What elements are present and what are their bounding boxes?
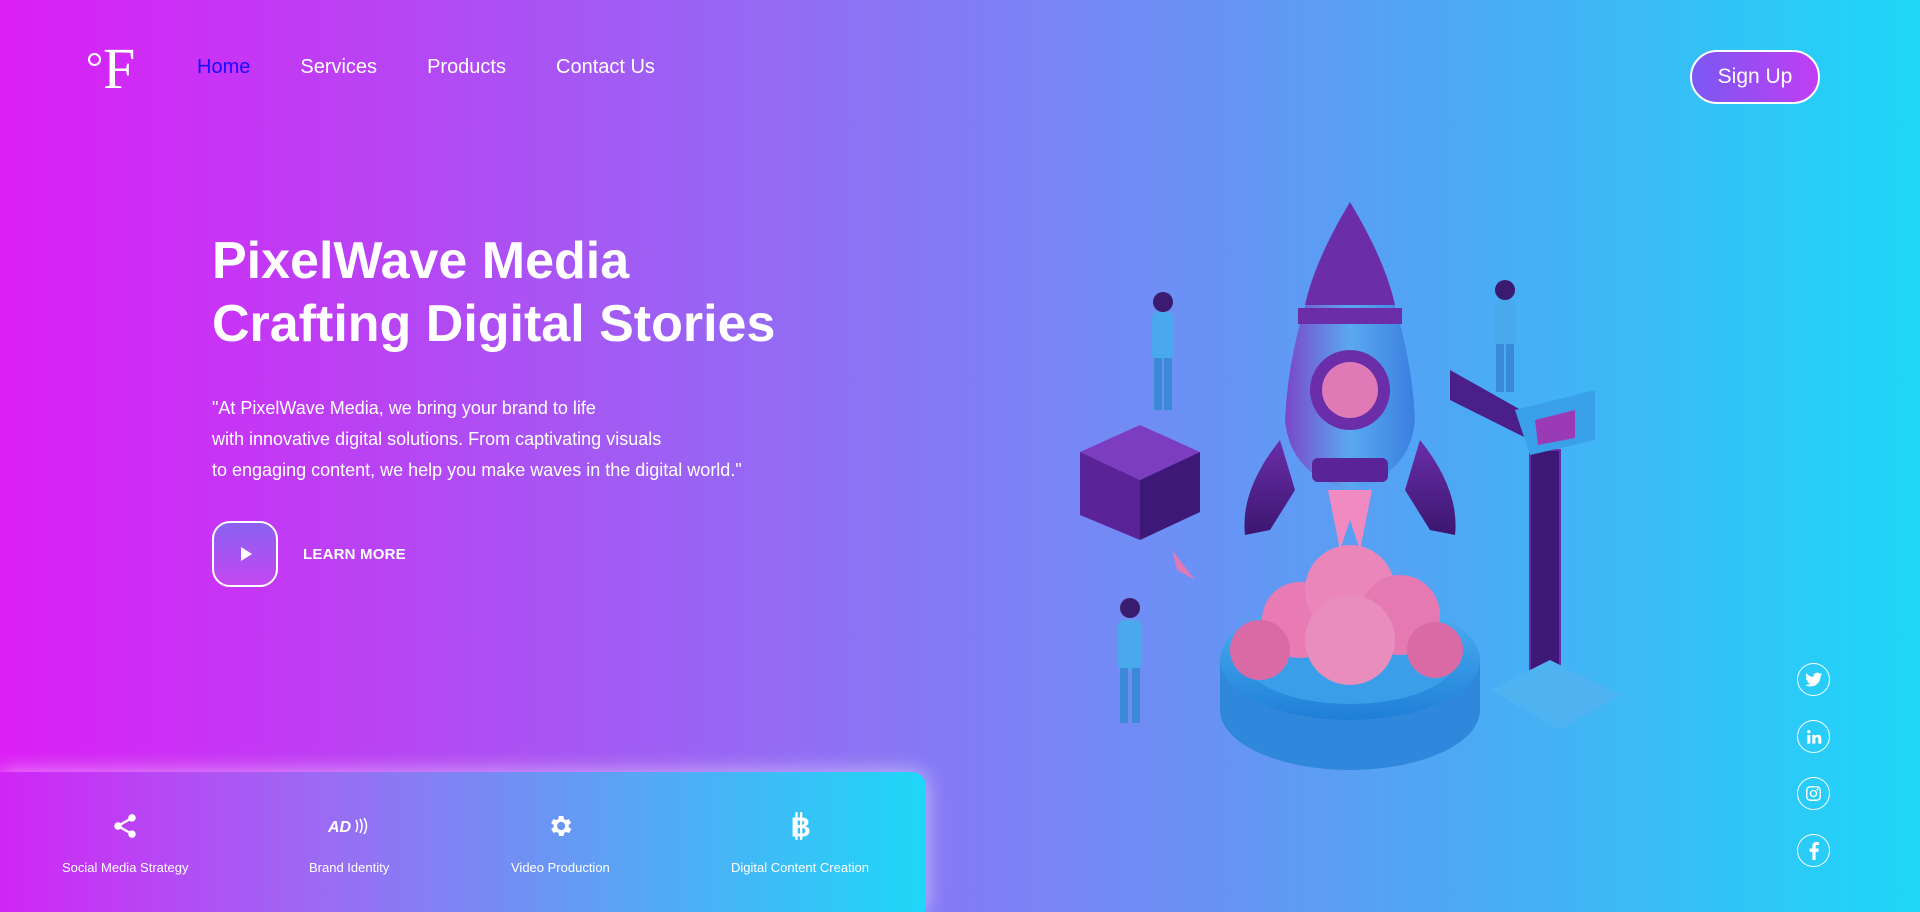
svg-text:AD: AD: [328, 819, 352, 836]
service-video-production[interactable]: Video Production: [511, 810, 610, 875]
instagram-icon[interactable]: [1797, 777, 1830, 810]
nav-products[interactable]: Products: [427, 56, 506, 79]
facebook-icon[interactable]: [1797, 834, 1830, 867]
nav-home[interactable]: Home: [197, 56, 250, 79]
service-social-media-strategy[interactable]: Social Media Strategy: [62, 810, 188, 875]
twitter-icon[interactable]: [1797, 663, 1830, 696]
gear-icon: [546, 810, 574, 842]
hero-title-line-1: PixelWave Media: [212, 232, 630, 290]
nav-contact-us[interactable]: Contact Us: [556, 56, 655, 79]
hero-text-line-1: "At PixelWave Media, we bring your brand…: [212, 398, 596, 418]
sign-up-button[interactable]: Sign Up: [1690, 50, 1820, 104]
hero-text-line-2: with innovative digital solutions. From …: [212, 429, 662, 449]
share-icon: [111, 810, 139, 842]
main-nav: Home Services Products Contact Us: [197, 56, 705, 79]
audio-description-icon: AD: [328, 810, 370, 842]
learn-more-link[interactable]: LEARN MORE: [303, 546, 406, 563]
service-label: Social Media Strategy: [62, 860, 189, 875]
social-links: [1797, 663, 1830, 867]
logo[interactable]: F: [88, 40, 135, 98]
rocket-launch-illustration: [1080, 202, 1620, 770]
play-button[interactable]: [212, 521, 278, 587]
service-label: Digital Content Creation: [731, 860, 870, 875]
nav-services[interactable]: Services: [300, 56, 377, 79]
services-bar: Social Media Strategy AD Brand Identity …: [0, 772, 926, 912]
logo-letter: F: [103, 36, 136, 101]
hero-description: "At PixelWave Media, we bring your brand…: [212, 393, 742, 486]
logo-ring: [88, 53, 101, 66]
service-digital-content-creation[interactable]: B Digital Content Creation: [731, 810, 869, 875]
linkedin-icon[interactable]: [1797, 720, 1830, 753]
hero-text-line-3: to engaging content, we help you make wa…: [212, 460, 742, 480]
service-label: Brand Identity: [309, 860, 390, 875]
hero-title: PixelWave Media Crafting Digital Stories: [212, 230, 775, 356]
hero-title-line-2: Crafting Digital Stories: [212, 295, 776, 353]
service-brand-identity[interactable]: AD Brand Identity: [309, 810, 389, 875]
bitcoin-icon: B: [786, 810, 814, 842]
play-icon: [241, 547, 252, 561]
service-label: Video Production: [511, 860, 610, 875]
